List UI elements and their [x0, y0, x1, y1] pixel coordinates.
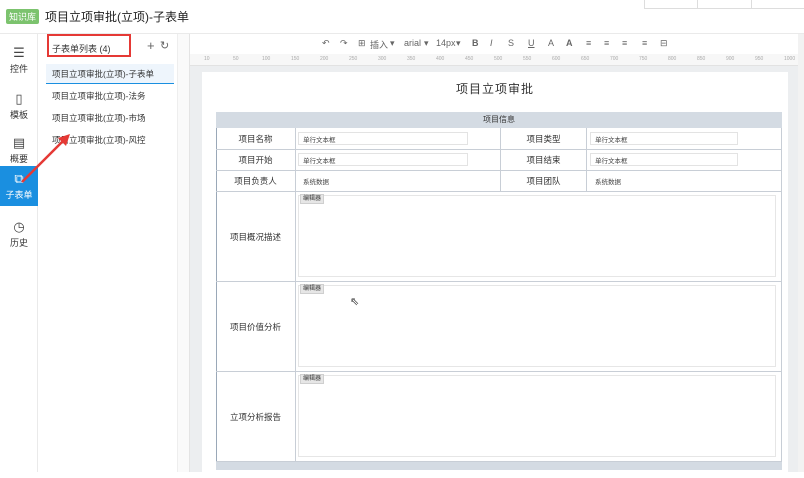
- ruler-tick: 200: [320, 56, 329, 62]
- nav-label: 模板: [9, 109, 28, 120]
- ruler-tick: 600: [552, 56, 561, 62]
- mouse-cursor-icon: ⇖: [350, 296, 360, 308]
- ruler-tick: 550: [523, 56, 532, 62]
- font-size-select[interactable]: 14px: [436, 38, 456, 48]
- nav-label: 历史: [9, 237, 28, 248]
- rich-text-editor[interactable]: [298, 375, 776, 457]
- subform-list-panel: 子表单列表 (4) 项目立项审批(立项)-子表单 项目立项审批(立项)-法务 项…: [38, 34, 178, 472]
- field-label: 项目结束: [501, 150, 587, 171]
- ruler-tick: 50: [233, 56, 239, 62]
- editor-tag: 编辑器: [300, 284, 325, 294]
- ruler-tick: 1000: [784, 56, 796, 62]
- vertical-scrollbar[interactable]: [798, 34, 804, 472]
- chevron-down-icon: ▾: [456, 38, 461, 48]
- rich-text-editor[interactable]: [298, 285, 776, 367]
- page-title: 项目立项审批(立项)-子表单: [45, 10, 190, 24]
- justify-icon[interactable]: ≡: [642, 38, 647, 48]
- subform-icon: ⧉: [14, 170, 24, 186]
- insert-menu[interactable]: 插入: [370, 38, 388, 51]
- ruler-tick: 850: [697, 56, 706, 62]
- nav-item-controls[interactable]: ☰ 控件: [0, 40, 38, 80]
- insert-icon[interactable]: ⊞: [358, 38, 366, 49]
- rich-text-editor[interactable]: [298, 195, 776, 277]
- vertical-ruler: [178, 34, 190, 472]
- section-header: 项目信息: [216, 112, 782, 128]
- highlight-color-icon[interactable]: A: [566, 38, 573, 48]
- next-section-header: [216, 462, 782, 470]
- nav-item-subform[interactable]: ⧉ 子表单: [0, 166, 38, 206]
- font-color-icon[interactable]: A: [548, 38, 554, 48]
- table-icon[interactable]: ⊟: [660, 38, 668, 49]
- field-label: 项目名称: [216, 128, 296, 150]
- editor-label: 项目价值分析: [216, 282, 296, 372]
- redo-icon[interactable]: ↷: [340, 38, 348, 49]
- ruler-tick: 950: [755, 56, 764, 62]
- ruler-tick: 750: [639, 56, 648, 62]
- text-input[interactable]: 单行文本框: [590, 153, 738, 166]
- ruler-tick: 650: [581, 56, 590, 62]
- nav-label: 子表单: [5, 189, 33, 200]
- ruler-tick: 350: [407, 56, 416, 62]
- left-nav: ☰ 控件 ▯ 模板 ▤ 概要 ⧉ 子表单 ◷ 历史: [0, 34, 38, 472]
- ruler-tick: 900: [726, 56, 735, 62]
- highlight-box: [47, 34, 131, 57]
- nav-item-history[interactable]: ◷ 历史: [0, 214, 38, 254]
- ruler-tick: 10: [204, 56, 210, 62]
- nav-label: 控件: [9, 63, 28, 74]
- strikethrough-icon[interactable]: S: [508, 38, 514, 48]
- font-select[interactable]: arial: [404, 38, 421, 48]
- ruler-tick: 150: [291, 56, 300, 62]
- ruler-tick: 400: [436, 56, 445, 62]
- chevron-down-icon: ▾: [424, 38, 429, 48]
- nav-item-outline[interactable]: ▤ 概要: [0, 130, 38, 170]
- subform-list-item[interactable]: 项目立项审批(立项)-市场: [46, 108, 174, 128]
- align-left-icon[interactable]: ≡: [586, 38, 591, 48]
- subform-list-item[interactable]: 项目立项审批(立项)-风控: [46, 130, 174, 150]
- template-icon: ▯: [15, 90, 23, 106]
- undo-icon[interactable]: ↶: [322, 38, 330, 49]
- add-icon[interactable]: +: [147, 39, 155, 52]
- nav-label: 概要: [9, 153, 28, 164]
- bold-icon[interactable]: B: [472, 38, 479, 48]
- ruler-tick: 250: [349, 56, 358, 62]
- outline-icon: ▤: [12, 134, 26, 150]
- app-window: 知识库 项目立项审批(立项)-子表单 ☰ 控件 ▯ 模板 ▤ 概要 ⧉ 子表单 …: [0, 0, 804, 478]
- field-label: 项目类型: [501, 128, 587, 150]
- history-icon: ◷: [13, 218, 25, 234]
- ruler-tick: 300: [378, 56, 387, 62]
- field-label: 项目团队: [501, 171, 587, 192]
- window-controls: [644, 0, 804, 9]
- ruler-tick: 700: [610, 56, 619, 62]
- underline-icon[interactable]: U: [528, 38, 535, 48]
- italic-icon[interactable]: I: [490, 38, 493, 48]
- subform-list-item[interactable]: 项目立项审批(立项)-子表单: [46, 64, 174, 84]
- text-input[interactable]: 单行文本框: [298, 132, 468, 145]
- refresh-icon[interactable]: ↻: [160, 40, 169, 52]
- text-input[interactable]: 单行文本框: [590, 132, 738, 145]
- chevron-down-icon: ▾: [390, 38, 395, 48]
- editor-tag: 编辑器: [300, 194, 325, 204]
- ruler-tick: 450: [465, 56, 474, 62]
- field-label: 项目开始: [216, 150, 296, 171]
- editor-tag: 编辑器: [300, 374, 325, 384]
- nav-item-templates[interactable]: ▯ 模板: [0, 86, 38, 126]
- ruler-tick: 800: [668, 56, 677, 62]
- subform-list-item[interactable]: 项目立项审批(立项)-法务: [46, 86, 174, 106]
- text-input[interactable]: 单行文本框: [298, 153, 468, 166]
- system-data: 系统数据: [590, 174, 738, 187]
- app-badge: 知识库: [6, 9, 40, 24]
- system-data: 系统数据: [298, 174, 468, 187]
- align-right-icon[interactable]: ≡: [622, 38, 627, 48]
- list-icon: ☰: [13, 44, 25, 60]
- field-label: 项目负责人: [216, 171, 296, 192]
- align-center-icon[interactable]: ≡: [604, 38, 609, 48]
- document-title: 项目立项审批: [455, 82, 534, 96]
- ruler-tick: 100: [262, 56, 271, 62]
- horizontal-ruler: 10 50 100 150 200 250 300 350 400 450 500 550 600 650…: [190, 54, 800, 66]
- editor-label: 项目概况描述: [216, 192, 296, 282]
- ruler-tick: 500: [494, 56, 503, 62]
- editor-label: 立项分析报告: [216, 372, 296, 462]
